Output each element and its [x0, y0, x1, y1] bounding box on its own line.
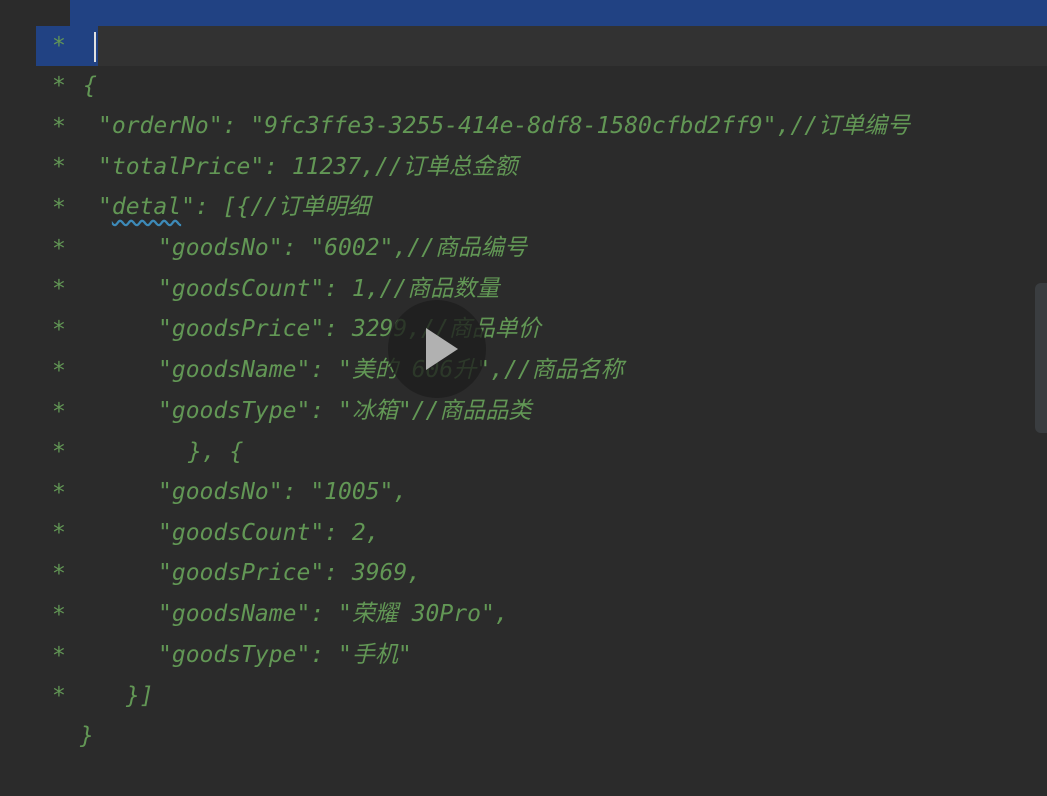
- typo-warning-token[interactable]: detal: [112, 194, 181, 220]
- text-caret: [94, 32, 96, 62]
- code-line: * "goodsCount": 2,: [0, 433, 380, 546]
- code-line: * "goodsName": "荣耀 30Pro",: [0, 514, 509, 627]
- code-text: "detal": [{//订单明细: [98, 187, 370, 227]
- code-line: * }, {: [0, 352, 243, 465]
- code-text: "totalPrice": 11237,//订单总金额: [98, 154, 518, 180]
- code-text: "goodsNo": "1005",: [158, 479, 408, 505]
- play-icon: [426, 328, 458, 370]
- code-line: * "goodsCount": 1,//商品数量: [0, 189, 499, 302]
- code-line: * "totalPrice": 11237,//订单总金额: [0, 67, 518, 180]
- code-text: "goodsCount": 2,: [158, 520, 380, 546]
- code-line: * "orderNo": "9fc3ffe3-3255-414e-8df8-15…: [0, 26, 910, 139]
- code-text: "goodsPrice": 3969,: [158, 560, 422, 586]
- code-text: {: [83, 73, 97, 99]
- scrollbar-thumb[interactable]: [1035, 283, 1047, 433]
- code-text: "goodsNo": "6002",//商品编号: [158, 235, 527, 261]
- play-button[interactable]: [388, 300, 486, 398]
- code-text: "goodsType": "冰箱"//商品品类: [158, 398, 532, 424]
- code-line: * "detal": [{//订单明细: [0, 107, 370, 220]
- code-line: * "goodsName": "美的 606升",//商品名称: [0, 270, 624, 383]
- code-text: }: [80, 723, 94, 749]
- code-line: * "goodsNo": "1005",: [0, 392, 407, 505]
- current-line-highlight: [36, 26, 1047, 66]
- gutter-star: *: [52, 683, 66, 709]
- code-text: "goodsName": "荣耀 30Pro",: [158, 601, 509, 627]
- code-line: * "goodsPrice": 3969,: [0, 473, 421, 586]
- code-text: "goodsType": "手机": [158, 642, 412, 668]
- code-text: }, {: [188, 439, 244, 465]
- code-line: * "goodsNo": "6002",//商品编号: [0, 148, 527, 261]
- code-editor[interactable]: * { * "orderNo": "9fc3ffe3-3255-414e-8df…: [0, 0, 1047, 749]
- code-text: "orderNo": "9fc3ffe3-3255-414e-8df8-1580…: [98, 113, 911, 139]
- code-token: ": [{//订单明细: [181, 194, 371, 220]
- code-line: * "goodsType": "冰箱"//商品品类: [0, 311, 531, 424]
- code-line: * {: [0, 0, 97, 99]
- code-token: ": [98, 194, 112, 220]
- code-line: * }: [0, 636, 94, 749]
- code-line: * }]: [0, 596, 154, 709]
- code-line: * "goodsType": "手机": [0, 555, 412, 668]
- selection-highlight: [70, 0, 1047, 26]
- code-text: }]: [126, 683, 154, 709]
- code-line: * "goodsPrice": 3299,//商品单价: [0, 229, 541, 342]
